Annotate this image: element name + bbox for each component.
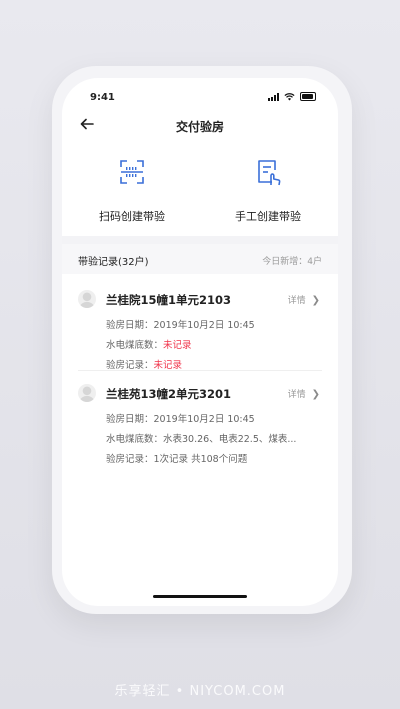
row-value: 2019年10月2日 10:45 <box>153 414 255 425</box>
detail-label: 详情 <box>287 296 306 306</box>
utility-reading-row: 水电煤底数：未记录 <box>106 337 192 351</box>
scan-create-label: 扫码创建带验 <box>99 210 165 223</box>
chevron-right-icon: ❯ <box>311 295 320 306</box>
row-label: 验房日期： <box>106 320 154 331</box>
signal-icon <box>268 92 279 101</box>
row-label: 验房记录： <box>106 454 154 465</box>
detail-link[interactable]: 详情 ❯ <box>288 293 320 306</box>
row-value: 未记录 <box>163 340 192 351</box>
home-indicator[interactable] <box>153 595 247 598</box>
row-value: 水表30.26、电表22.5、煤表... <box>163 434 297 445</box>
detail-label: 详情 <box>287 390 306 400</box>
wifi-icon <box>284 92 295 101</box>
row-label: 水电煤底数： <box>106 340 164 351</box>
record-card[interactable]: 兰桂苑13幢2单元3201 详情 ❯ 验房日期：2019年10月2日 10:45 … <box>62 378 338 478</box>
row-label: 水电煤底数： <box>106 434 164 445</box>
records-today-count: 今日新增：4户 <box>262 257 322 267</box>
row-value: 1次记录 共108个问题 <box>153 454 248 465</box>
inspection-date-row: 验房日期：2019年10月2日 10:45 <box>106 411 255 425</box>
scan-create-button[interactable]: 扫码创建带验 <box>72 158 192 224</box>
records-title: 带验记录(32户) <box>78 257 149 268</box>
records-header: 带验记录(32户) 今日新增：4户 <box>62 244 338 274</box>
status-bar: 9:41 <box>62 78 338 106</box>
page-title: 交付验房 <box>175 120 224 134</box>
inspection-record-row: 验房记录：未记录 <box>106 357 182 371</box>
detail-link[interactable]: 详情 ❯ <box>288 387 320 400</box>
status-time: 9:41 <box>90 92 115 103</box>
manual-create-label: 手工创建带验 <box>235 210 301 223</box>
record-title: 兰桂院15幢1单元2103 <box>106 293 232 307</box>
watermark-text: 乐享轻汇 • NIYCOM.COM <box>114 684 286 699</box>
battery-icon <box>300 92 316 101</box>
phone-screen: 9:41 交付验房 扫码创建带验 手工创建带验 带验记录(32户) 今日新增：4… <box>62 78 338 606</box>
manual-create-button[interactable]: 手工创建带验 <box>208 158 328 224</box>
record-title: 兰桂苑13幢2单元3201 <box>106 387 232 401</box>
user-avatar-icon <box>78 384 96 402</box>
status-icons <box>268 92 316 101</box>
card-divider <box>78 370 322 371</box>
manual-edit-icon <box>258 160 281 186</box>
inspection-record-row: 验房记录：1次记录 共108个问题 <box>106 451 247 465</box>
record-card[interactable]: 兰桂院15幢1单元2103 详情 ❯ 验房日期：2019年10月2日 10:45 … <box>62 284 338 384</box>
chevron-right-icon: ❯ <box>311 389 320 400</box>
create-actions: 扫码创建带验 手工创建带验 <box>62 158 338 228</box>
scan-qr-icon <box>120 160 144 184</box>
navigation-bar: 交付验房 <box>62 114 338 138</box>
utility-reading-row: 水电煤底数：水表30.26、电表22.5、煤表... <box>106 431 296 445</box>
section-divider <box>62 236 338 244</box>
row-label: 验房日期： <box>106 414 154 425</box>
user-avatar-icon <box>78 290 96 308</box>
inspection-date-row: 验房日期：2019年10月2日 10:45 <box>106 317 255 331</box>
row-value: 2019年10月2日 10:45 <box>153 320 255 331</box>
